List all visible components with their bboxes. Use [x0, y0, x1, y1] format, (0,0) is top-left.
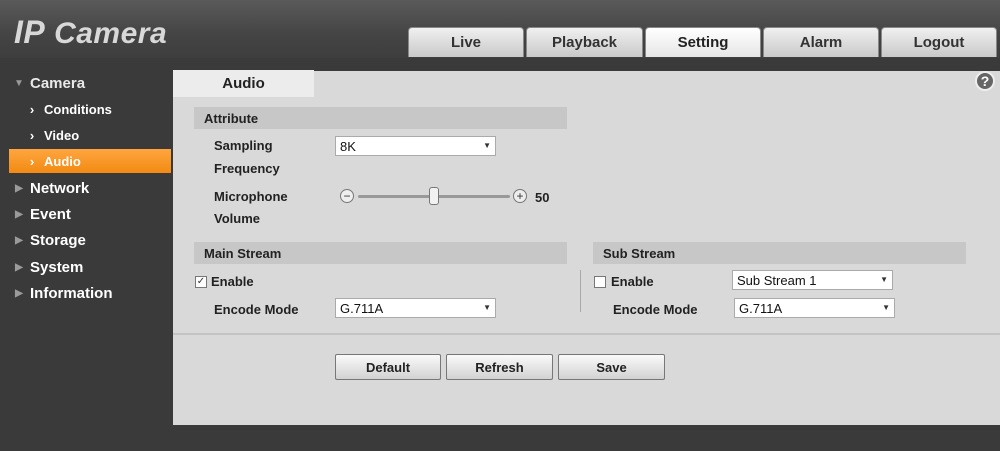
volume-plus-icon[interactable]: +: [513, 189, 527, 203]
section-main-stream-header: Main Stream: [194, 242, 567, 264]
sidebar-item-storage[interactable]: ▶ Storage: [12, 230, 184, 250]
sidebar-item-event[interactable]: ▶ Event: [12, 204, 184, 224]
expanded-caret-icon: ▼: [14, 77, 24, 89]
microphone-label-2: Volume: [214, 211, 260, 226]
sidebar-item-label: Camera: [30, 74, 86, 92]
sidebar-item-label: Storage: [30, 231, 86, 249]
volume-minus-icon[interactable]: −: [340, 189, 354, 203]
collapsed-caret-icon: ▶: [15, 261, 23, 273]
tab-playback[interactable]: Playback: [526, 27, 643, 57]
collapsed-caret-icon: ▶: [15, 208, 23, 220]
tab-setting[interactable]: Setting: [645, 27, 761, 57]
select-value: G.711A: [739, 300, 783, 316]
microphone-label-1: Microphone: [214, 189, 288, 204]
dropdown-arrow-icon: ▼: [483, 303, 491, 312]
sub-encode-mode-select[interactable]: G.711A ▼: [734, 298, 895, 318]
chevron-right-icon: ›: [29, 153, 35, 169]
sidebar-item-network[interactable]: ▶ Network: [12, 178, 184, 198]
logo-ip: IP: [14, 14, 46, 50]
main-encode-mode-label: Encode Mode: [214, 302, 299, 317]
save-button[interactable]: Save: [558, 354, 665, 380]
main-stream-enable-checkbox[interactable]: ✓: [195, 276, 207, 288]
chevron-right-icon: ›: [29, 101, 35, 117]
sidebar-item-label: Event: [30, 205, 71, 223]
button-area-divider: [173, 333, 1000, 335]
sidebar-item-camera[interactable]: ▼ Camera: [12, 73, 184, 93]
collapsed-caret-icon: ▶: [15, 182, 23, 194]
select-value: 8K: [340, 138, 356, 154]
dropdown-arrow-icon: ▼: [880, 275, 888, 284]
volume-value: 50: [535, 190, 550, 205]
main-stream-enable-label: Enable: [211, 274, 254, 289]
sidebar-item-label: System: [30, 258, 84, 276]
tab-logout[interactable]: Logout: [881, 27, 997, 57]
collapsed-caret-icon: ▶: [15, 234, 23, 246]
dropdown-arrow-icon: ▼: [483, 141, 491, 150]
app-logo: IP Camera: [14, 14, 167, 51]
sidebar-item-information[interactable]: ▶ Information: [12, 283, 184, 303]
chevron-right-icon: ›: [29, 127, 35, 143]
sidebar-item-label: Conditions: [44, 101, 112, 117]
help-icon[interactable]: ?: [975, 71, 995, 91]
sub-stream-select[interactable]: Sub Stream 1 ▼: [732, 270, 893, 290]
sampling-frequency-select[interactable]: 8K ▼: [335, 136, 496, 156]
sidebar-item-audio[interactable]: › Audio: [9, 149, 171, 173]
sampling-label-2: Frequency: [214, 161, 280, 176]
logo-camera: Camera: [54, 17, 168, 50]
sub-stream-enable-checkbox[interactable]: [594, 276, 606, 288]
collapsed-caret-icon: ▶: [15, 287, 23, 299]
tab-live[interactable]: Live: [408, 27, 524, 57]
sub-stream-enable-label: Enable: [611, 274, 654, 289]
tab-alarm[interactable]: Alarm: [763, 27, 879, 57]
select-value: Sub Stream 1: [737, 272, 817, 288]
refresh-button[interactable]: Refresh: [446, 354, 553, 380]
sidebar-item-label: Information: [30, 284, 113, 302]
sub-encode-mode-label: Encode Mode: [613, 302, 698, 317]
sidebar-item-label: Video: [44, 127, 80, 143]
main-encode-mode-select[interactable]: G.711A ▼: [335, 298, 496, 318]
dropdown-arrow-icon: ▼: [882, 303, 890, 312]
sampling-label-1: Sampling: [214, 138, 273, 153]
sidebar-item-system[interactable]: ▶ System: [12, 257, 184, 277]
section-sub-stream-header: Sub Stream: [593, 242, 966, 264]
sidebar-item-label: Audio: [44, 153, 81, 169]
stream-divider: [580, 270, 581, 312]
volume-slider-thumb[interactable]: [429, 187, 439, 205]
section-attribute-header: Attribute: [194, 107, 567, 129]
page-tab-audio[interactable]: Audio: [173, 70, 314, 97]
default-button[interactable]: Default: [335, 354, 441, 380]
header-bar: IP Camera Live Playback Setting Alarm Lo…: [0, 0, 1000, 58]
select-value: G.711A: [340, 300, 384, 316]
sidebar-item-label: Network: [30, 179, 90, 197]
